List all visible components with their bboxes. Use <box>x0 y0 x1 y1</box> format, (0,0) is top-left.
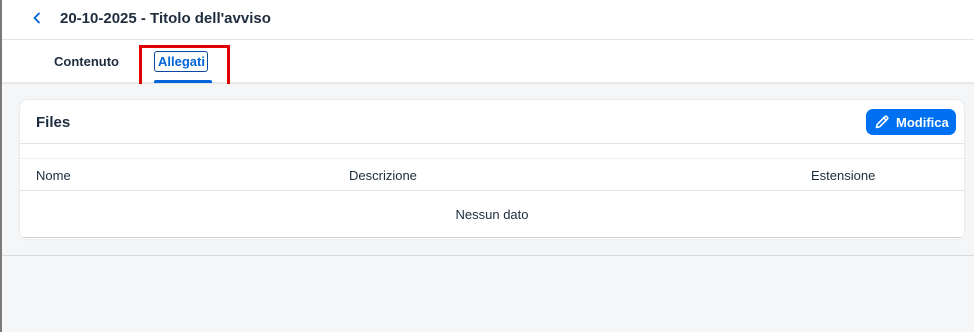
back-button[interactable] <box>24 7 50 33</box>
chevron-left-icon <box>31 11 43 29</box>
files-title: Files <box>36 114 71 131</box>
tab-allegati[interactable]: Allegati <box>154 40 212 83</box>
edit-button[interactable]: Modifica <box>866 109 956 135</box>
column-header-nome[interactable]: Nome <box>36 168 71 183</box>
card-header: Files Modifica <box>20 100 964 144</box>
page-title: 20-10-2025 - Titolo dell'avviso <box>60 10 271 27</box>
tab-label: Allegati <box>154 51 208 72</box>
page: 20-10-2025 - Titolo dell'avviso Contenut… <box>0 0 974 332</box>
table-body: Nessun dato <box>20 191 964 238</box>
tab-bar: Contenuto Allegati <box>2 40 974 83</box>
table-header: Nome Descrizione Estensione <box>20 158 964 191</box>
tab-label: Contenuto <box>54 54 119 69</box>
content-area: Files Modifica Nome Descrizione Estensio… <box>2 84 974 256</box>
column-header-estensione[interactable]: Estensione <box>811 168 875 183</box>
tab-selected-indicator <box>154 80 212 83</box>
edit-button-label: Modifica <box>896 114 949 130</box>
pencil-icon <box>874 114 890 130</box>
object-header: 20-10-2025 - Titolo dell'avviso <box>2 0 974 40</box>
files-card: Files Modifica Nome Descrizione Estensio… <box>20 100 964 239</box>
no-data-message: Nessun dato <box>455 207 529 222</box>
column-header-descrizione[interactable]: Descrizione <box>349 168 417 183</box>
